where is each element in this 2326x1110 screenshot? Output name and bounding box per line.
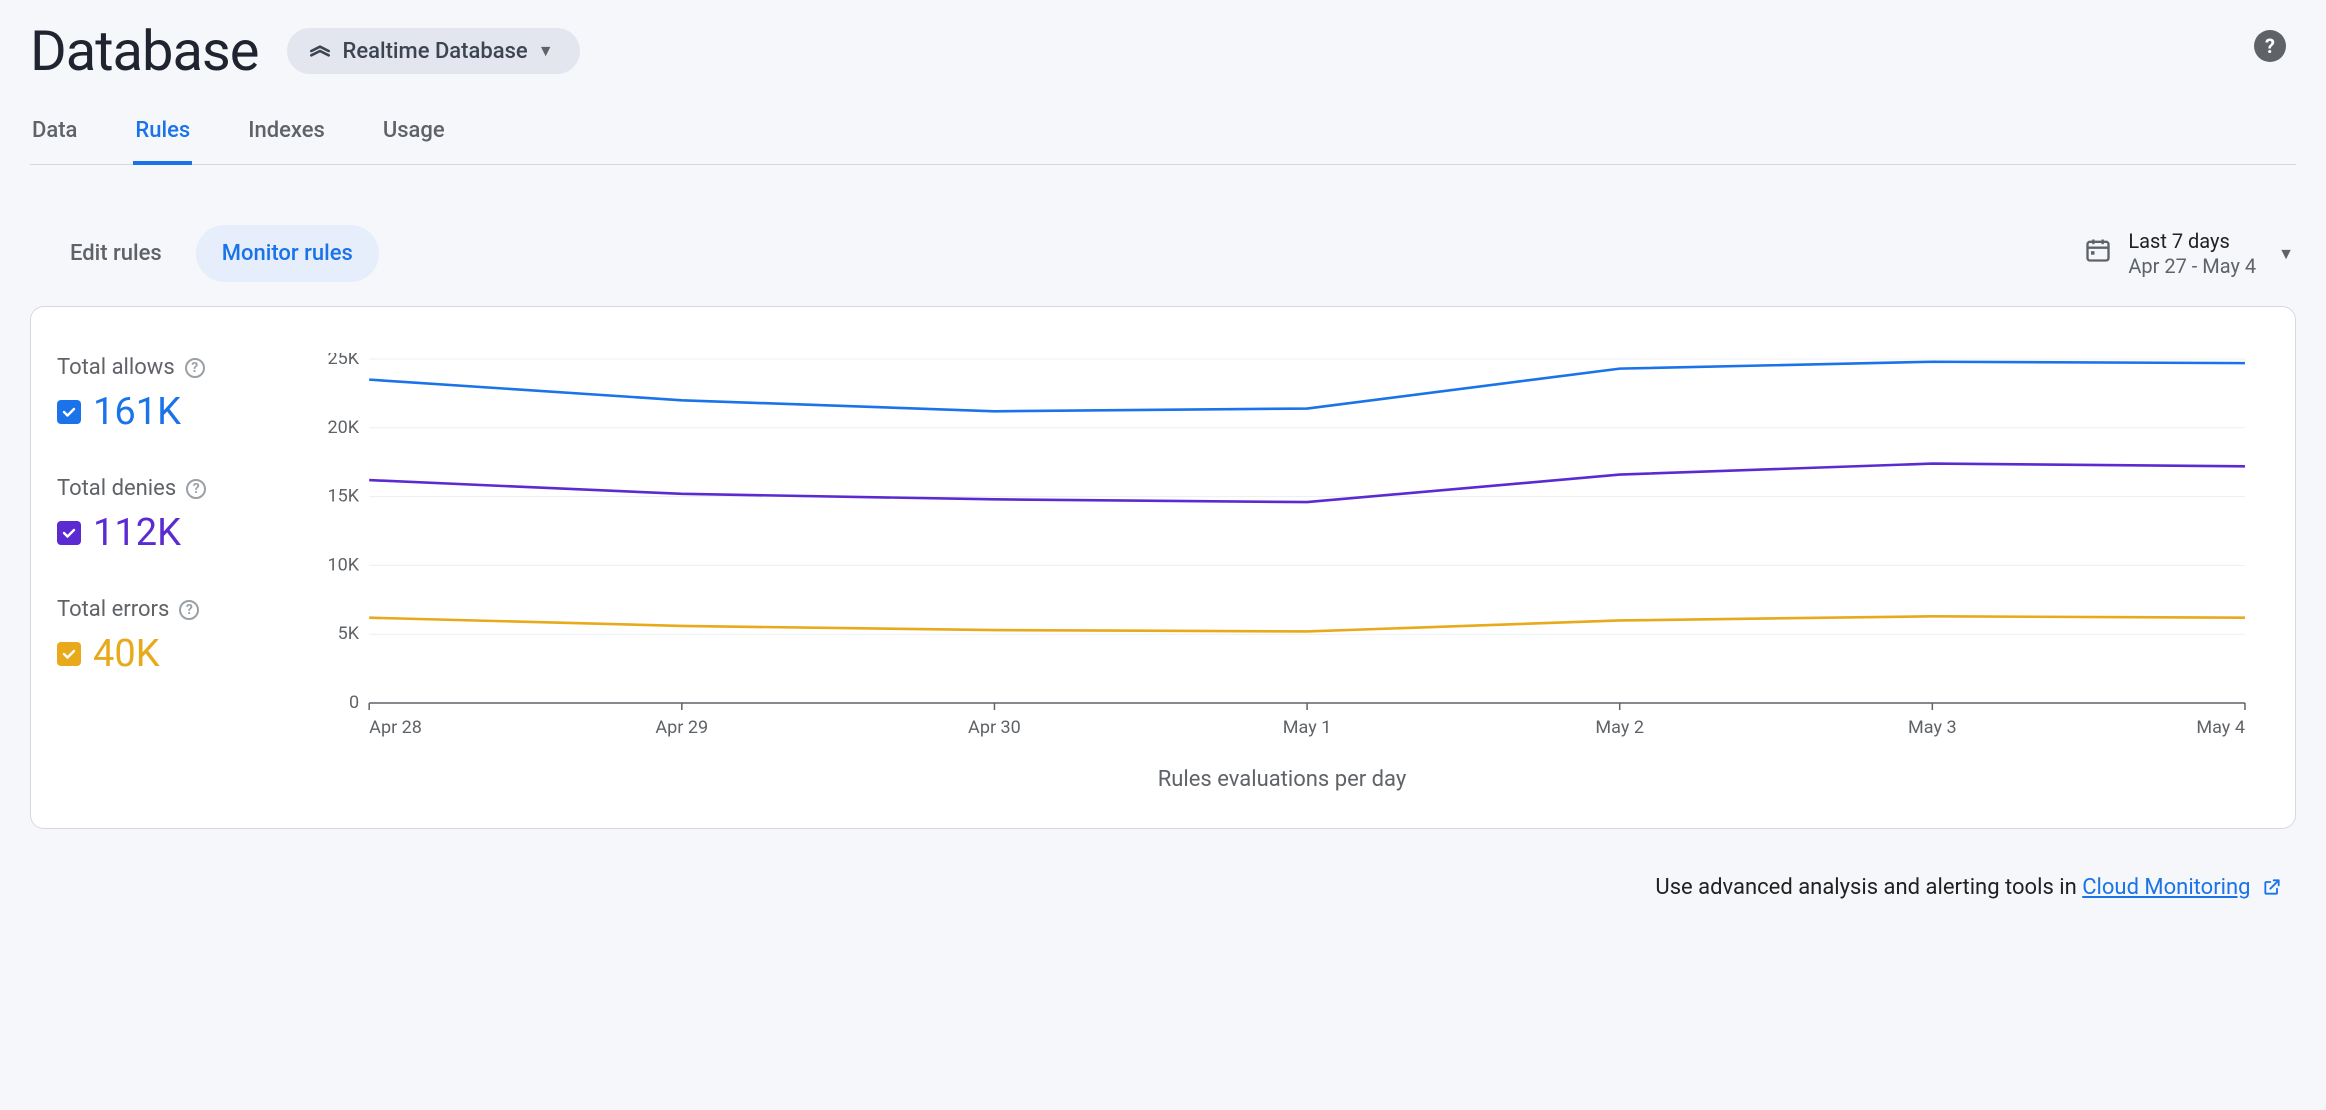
metric-errors: Total errors ? 40K [57,597,273,676]
subtab-edit-rules[interactable]: Edit rules [44,225,188,282]
help-icon[interactable]: ? [186,479,206,499]
checkbox-denies[interactable] [57,521,81,545]
footer-hint: Use advanced analysis and alerting tools… [30,829,2296,903]
chart-area: 0 5K 10K 15K 20K 25K Apr 28 Apr 29 Apr 30 May 1 Ma… [309,353,2255,792]
external-link-icon [2262,877,2282,903]
tab-usage[interactable]: Usage [381,106,447,164]
realtime-database-icon [307,38,333,64]
metric-errors-label: Total errors [57,597,169,622]
svg-text:May 1: May 1 [1283,717,1332,738]
rules-chart-card: Total allows ? 161K Total denies ? 112K [30,306,2296,829]
metric-denies: Total denies ? 112K [57,476,273,555]
tab-rules[interactable]: Rules [133,106,192,165]
svg-text:0: 0 [349,692,359,713]
svg-text:10K: 10K [328,554,360,575]
chart-legend: Total allows ? 161K Total denies ? 112K [57,353,273,792]
help-icon[interactable]: ? [179,600,199,620]
checkbox-errors[interactable] [57,642,81,666]
chart-x-label: Rules evaluations per day [309,767,2255,792]
date-range-label: Last 7 days [2128,229,2256,254]
chevron-down-icon: ▼ [2278,244,2294,264]
calendar-icon [2084,236,2112,271]
svg-text:Apr 29: Apr 29 [655,717,708,738]
database-product-selector[interactable]: Realtime Database ▼ [287,28,580,74]
page-header: Database Realtime Database ▼ ? [30,10,2296,100]
metric-denies-label: Total denies [57,476,176,501]
metric-allows: Total allows ? 161K [57,355,273,434]
svg-text:20K: 20K [328,417,360,438]
subtab-bar: Edit rules Monitor rules Last 7 days Apr… [30,165,2296,296]
subtab-monitor-rules[interactable]: Monitor rules [196,225,379,282]
chevron-down-icon: ▼ [538,41,554,61]
svg-text:5K: 5K [338,623,360,644]
svg-text:25K: 25K [328,353,360,369]
help-icon[interactable]: ? [2254,30,2286,62]
database-product-label: Realtime Database [343,39,528,64]
primary-tabs: Data Rules Indexes Usage [30,100,2296,165]
metric-denies-value: 112K [93,511,181,555]
svg-text:May 4: May 4 [2196,717,2245,738]
footer-text: Use advanced analysis and alerting tools… [1655,875,2082,900]
page-title: Database [30,18,259,84]
svg-text:May 3: May 3 [1908,717,1957,738]
cloud-monitoring-link[interactable]: Cloud Monitoring [2082,875,2250,900]
metric-allows-value: 161K [93,390,181,434]
date-range-picker[interactable]: Last 7 days Apr 27 - May 4 ▼ [2084,229,2294,279]
tab-data[interactable]: Data [30,106,79,164]
tab-indexes[interactable]: Indexes [246,106,327,164]
rules-line-chart: 0 5K 10K 15K 20K 25K Apr 28 Apr 29 Apr 30 May 1 Ma… [309,353,2255,743]
svg-text:15K: 15K [328,486,360,507]
svg-text:May 2: May 2 [1595,717,1644,738]
svg-text:Apr 28: Apr 28 [369,717,422,738]
metric-allows-label: Total allows [57,355,175,380]
date-range-value: Apr 27 - May 4 [2128,254,2256,279]
metric-errors-value: 40K [93,632,160,676]
svg-text:Apr 30: Apr 30 [968,717,1021,738]
help-icon[interactable]: ? [185,358,205,378]
checkbox-allows[interactable] [57,400,81,424]
